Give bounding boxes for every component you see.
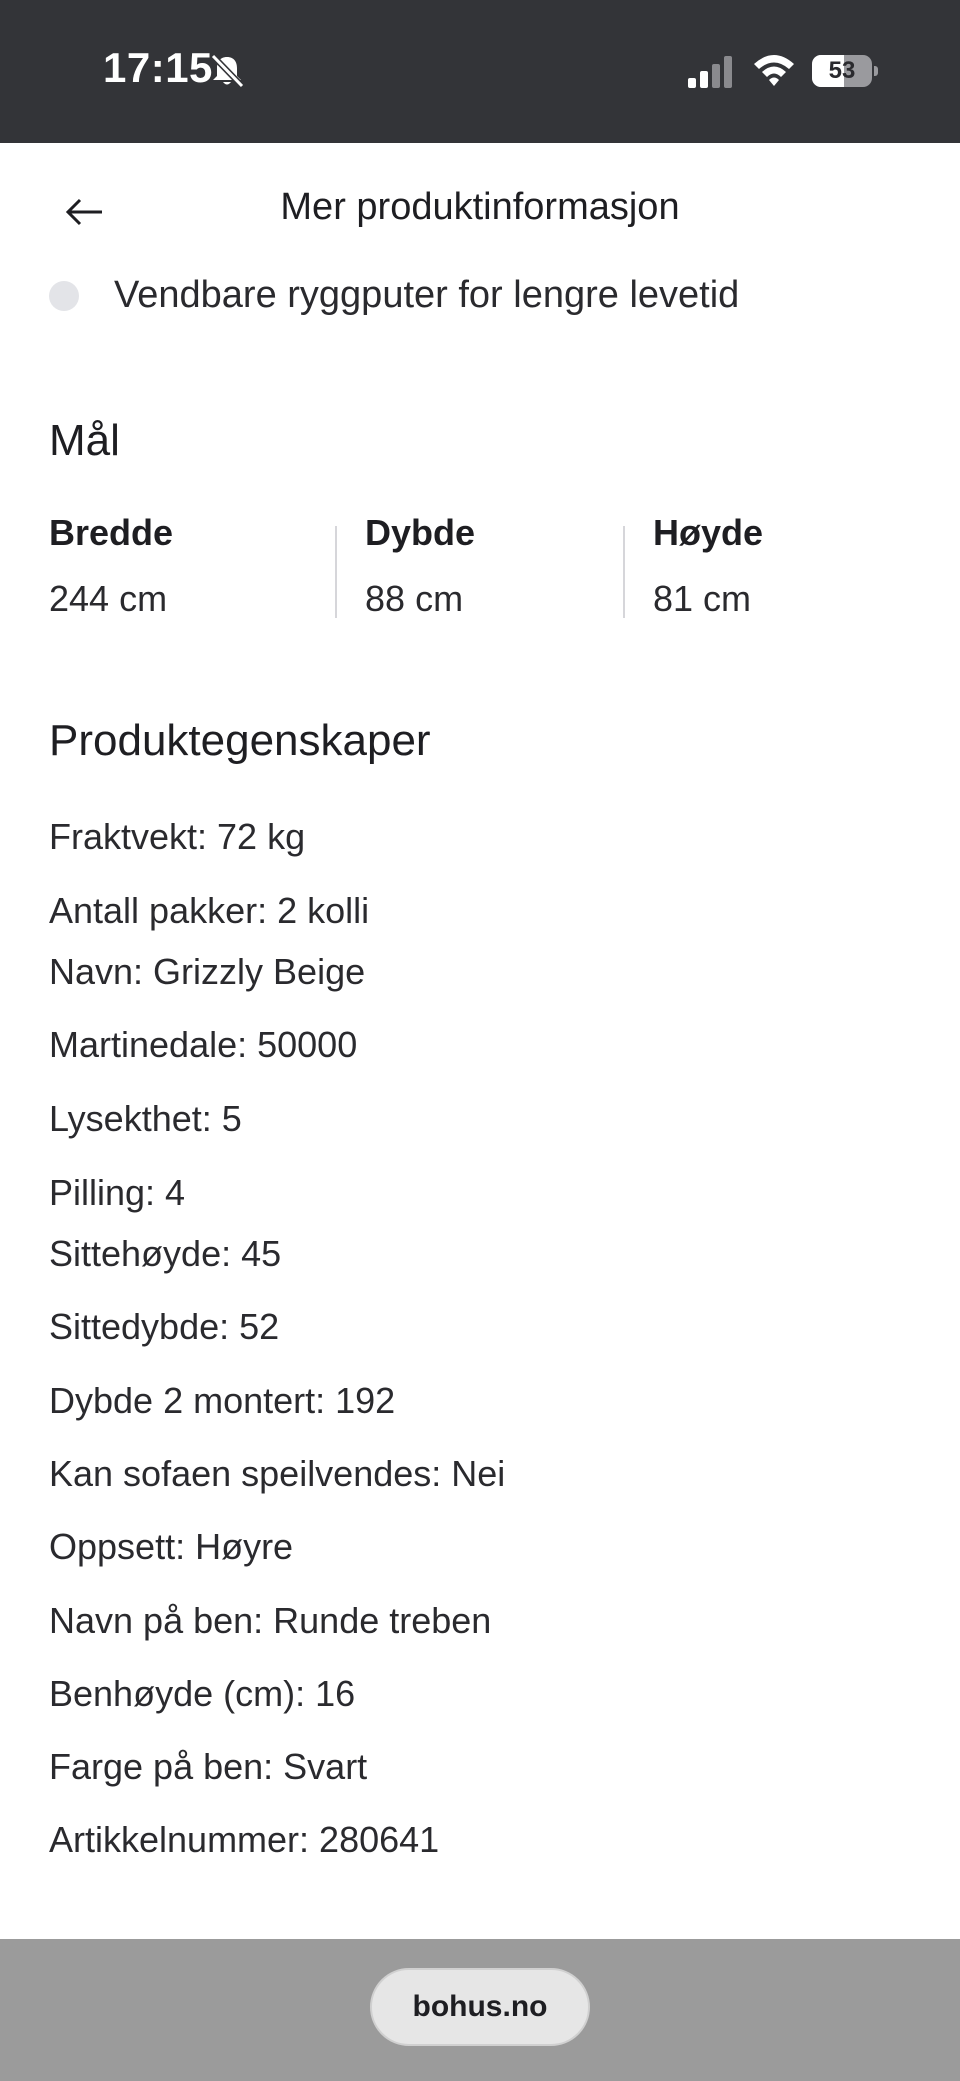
page-title: Mer produktinformasjon (280, 186, 680, 228)
measurements-heading: Mål (49, 416, 120, 465)
battery-percentage: 53 (828, 57, 856, 84)
measurement-width: Bredde 244 cm (49, 508, 335, 619)
property-item: Navn på ben: Runde treben (49, 1600, 492, 1641)
status-bar: 17:15 53 (0, 0, 960, 143)
property-item: Martinedale: 50000 (49, 1024, 358, 1065)
measurement-value: 81 cm (653, 578, 752, 619)
measurement-label: Bredde (49, 512, 174, 553)
measurements-grid: Bredde 244 cm Dybde 88 cm Høyde 81 cm (49, 508, 911, 619)
bullet-dot (49, 280, 79, 311)
battery-cap (874, 66, 878, 76)
measurement-value: 88 cm (365, 578, 464, 619)
measurement-label: Dybde (365, 512, 476, 553)
measurement-label: Høyde (653, 512, 764, 553)
divider (335, 526, 338, 618)
feature-list-item: Vendbare ryggputer for lengre levetid (49, 274, 739, 317)
property-item: Dybde 2 montert: 192 (49, 1380, 396, 1421)
feature-text: Vendbare ryggputer for lengre levetid (114, 274, 740, 316)
properties-heading: Produktegenskaper (49, 716, 431, 765)
battery-body: 53 (812, 55, 872, 87)
wifi-icon (754, 55, 794, 86)
signal-icon (688, 56, 732, 88)
property-item: Farge på ben: Svart (49, 1746, 368, 1787)
property-item: Oppsett: Høyre (49, 1526, 294, 1567)
property-item: Navn: Grizzly Beige (49, 951, 366, 992)
property-item: Lysekthet: 5 (49, 1098, 242, 1139)
property-item: Sittedybde: 52 (49, 1306, 280, 1347)
property-item: Kan sofaen speilvendes: Nei (49, 1453, 506, 1494)
property-item: Pilling: 4 (49, 1172, 186, 1213)
divider (623, 526, 626, 618)
measurement-height: Høyde 81 cm (623, 508, 911, 619)
battery-icon: 53 (812, 55, 878, 87)
bell-off-icon (210, 53, 245, 89)
status-time: 17:15 (103, 44, 213, 91)
property-item: Sittehøyde: 45 (49, 1233, 282, 1274)
measurement-value: 244 cm (49, 578, 168, 619)
property-item: Benhøyde (cm): 16 (49, 1673, 356, 1714)
property-item: Artikkelnummer: 280641 (49, 1819, 440, 1860)
property-item: Fraktvekt: 72 kg (49, 816, 306, 857)
browser-bottom-bar: bohus.no (0, 1939, 960, 2081)
measurement-depth: Dybde 88 cm (335, 508, 623, 619)
address-bar[interactable]: bohus.no (370, 1968, 590, 2046)
property-item: Antall pakker: 2 kolli (49, 890, 370, 931)
